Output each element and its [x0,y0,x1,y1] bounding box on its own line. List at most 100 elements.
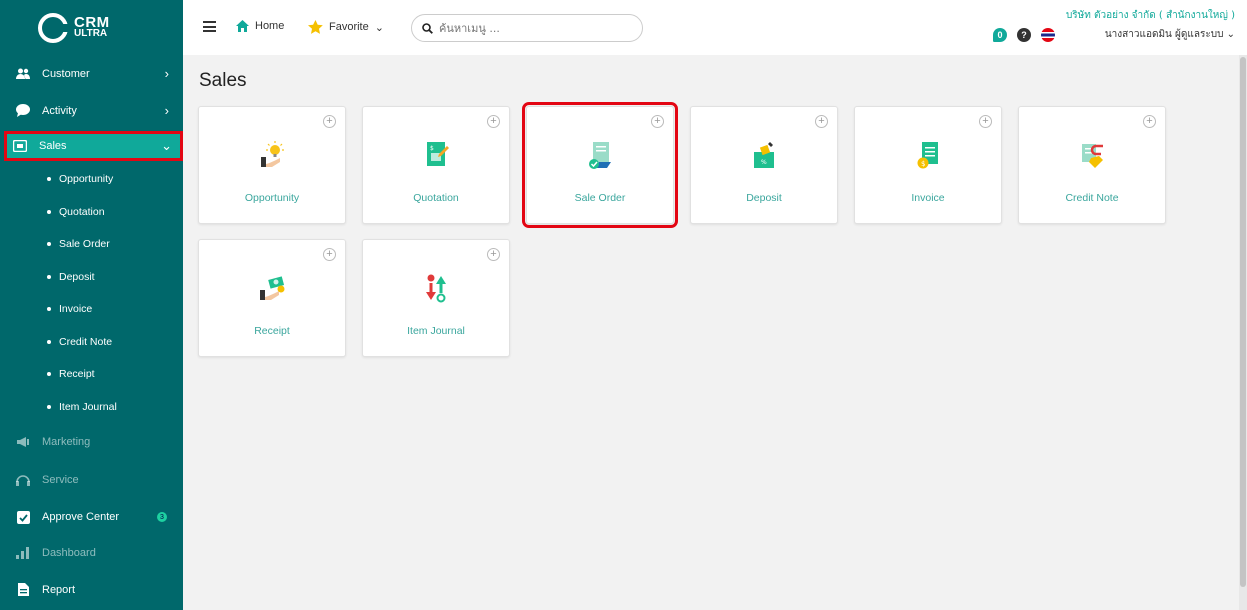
credit-note-icon [1077,140,1107,170]
submenu-label: Invoice [59,303,93,316]
sidebar-item-label: Approve Center [42,511,120,523]
add-circle-icon[interactable]: + [815,115,828,128]
svg-text:$: $ [430,145,434,152]
star-icon [308,20,323,34]
bullet-icon [47,274,51,279]
add-circle-icon[interactable]: + [1143,115,1156,128]
add-circle-icon[interactable]: + [323,115,336,128]
scrollbar-thumb[interactable] [1240,57,1246,587]
submenu-label: Sale Order [59,238,110,251]
bullet-icon [47,209,51,214]
register-icon [13,139,27,153]
card-deposit[interactable]: +% Deposit [690,106,838,224]
card-credit-note[interactable]: + Credit Note [1018,106,1166,224]
sidebar-item-sales[interactable]: Sales ⌄ [4,131,183,161]
svg-text:$: $ [921,160,925,168]
sidebar-item-label: Marketing [42,436,91,448]
submenu-item-credit-note[interactable]: Credit Note [0,326,183,359]
sidebar-item-service[interactable]: Service [0,461,183,499]
card-quotation[interactable]: + $ Quotation [362,106,510,224]
sidebar-item-approve-center[interactable]: Approve Center 3 [0,499,183,535]
sidebar-item-customer[interactable]: Customer › [0,55,183,92]
sidebar-item-dashboard[interactable]: Dashboard [0,535,183,571]
bullet-icon [47,372,51,377]
help-icon[interactable]: ? [1017,28,1031,42]
bullet-icon [47,404,51,409]
bullet-icon [47,242,51,247]
submenu-item-receipt[interactable]: Receipt [0,358,183,391]
submenu-item-item-journal[interactable]: Item Journal [0,391,183,424]
favorite-label: Favorite [329,21,369,33]
sidebar-item-label: Service [42,474,79,486]
sidebar: CRM ULTRA Customer › Activity › Sales ⌄ … [0,0,183,610]
hamburger-menu-icon[interactable] [203,21,216,32]
chevron-right-icon: › [164,66,169,81]
file-icon [16,583,30,597]
logo-icon [38,12,69,43]
submenu-label: Opportunity [59,173,114,186]
submenu-label: Quotation [59,205,105,218]
logo[interactable]: CRM ULTRA [0,0,183,55]
submenu-item-invoice[interactable]: Invoice [0,293,183,326]
user-name: นางสาวแอดมิน ผู้ดูแลระบบ [1104,29,1224,40]
add-circle-icon[interactable]: + [323,248,336,261]
card-opportunity[interactable]: + Opportunity [198,106,346,224]
add-circle-icon[interactable]: + [487,248,500,261]
card-label: Quotation [413,192,459,204]
sidebar-item-label: Sales [39,140,67,152]
invoice-icon: $ [913,140,943,170]
users-icon [16,67,30,81]
submenu-item-opportunity[interactable]: Opportunity [0,163,183,196]
search-input[interactable] [439,21,629,35]
add-circle-icon[interactable]: + [651,115,664,128]
card-item-journal[interactable]: + Item Journal [362,239,510,357]
deposit-icon: % [749,140,779,170]
home-link[interactable]: Home [236,20,284,32]
chevron-right-icon: › [164,103,169,118]
top-bar: Home Favorite ⌄ 0 ? บริษัท ตัวอย่าง จำกั… [183,0,1247,55]
sidebar-item-marketing[interactable]: Marketing [0,423,183,461]
sidebar-item-label: Dashboard [42,547,96,559]
card-receipt[interactable]: + Receipt [198,239,346,357]
approve-count-badge: 3 [157,512,167,522]
card-sale-order[interactable]: + Sale Order [522,102,678,228]
sales-submenu: Opportunity Quotation Sale Order Deposit Inv… [0,163,183,423]
checkbox-icon [16,510,30,524]
company-name: บริษัท ตัวอย่าง จำกัด ( สำนักงานใหญ่ ) [1065,10,1235,21]
card-label: Receipt [254,325,290,337]
headset-icon [16,473,30,487]
favorite-dropdown[interactable]: Favorite ⌄ [308,20,384,34]
card-label: Item Journal [407,325,465,337]
logo-line1: CRM [74,13,110,31]
card-label: Opportunity [244,192,300,204]
chevron-down-icon: ⌄ [161,138,172,153]
bullet-icon [47,177,51,182]
top-icons: 0 ? [993,28,1055,42]
search-box[interactable] [411,14,643,42]
company-user-info[interactable]: บริษัท ตัวอย่าง จำกัด ( สำนักงานใหญ่ ) น… [1066,8,1235,42]
card-label: Sale Order [574,192,626,204]
chat-icon [16,104,30,118]
receipt-icon [257,273,287,303]
notification-bell-icon[interactable]: 0 [993,28,1007,42]
add-circle-icon[interactable]: + [979,115,992,128]
sale-order-icon [585,140,615,170]
svg-text:%: % [761,159,767,166]
add-circle-icon[interactable]: + [487,115,500,128]
submenu-item-sale-order[interactable]: Sale Order [0,228,183,261]
item-journal-icon [421,273,451,303]
sidebar-item-report[interactable]: Report [0,571,183,608]
home-label: Home [255,20,285,32]
sidebar-item-activity[interactable]: Activity › [0,92,183,129]
card-invoice[interactable]: + $ Invoice [854,106,1002,224]
sidebar-item-label: Customer [42,67,90,80]
logo-line2: ULTRA [74,27,108,39]
card-label: Invoice [911,192,945,204]
chevron-down-icon: ⌄ [374,21,384,34]
submenu-item-deposit[interactable]: Deposit [0,261,183,294]
thai-flag-icon[interactable] [1041,28,1055,42]
bullet-icon [47,307,51,312]
sidebar-item-label: Report [42,583,76,596]
scrollbar[interactable] [1239,55,1247,610]
submenu-item-quotation[interactable]: Quotation [0,196,183,229]
